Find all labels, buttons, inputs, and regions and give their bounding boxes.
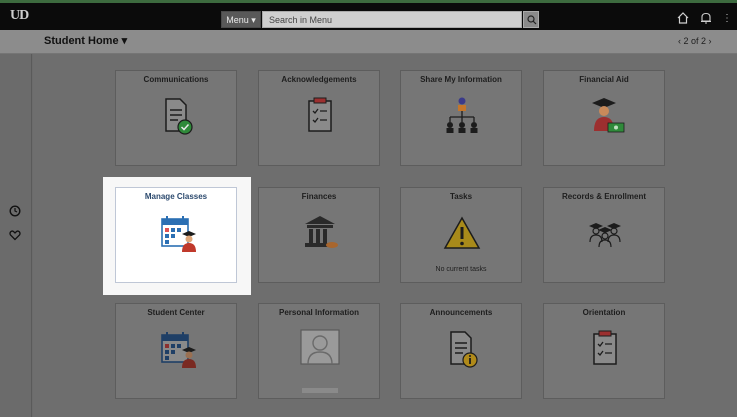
menu-button[interactable]: Menu ▾ [221,11,261,28]
home-icon[interactable] [676,11,690,25]
tile-label: Personal Information [278,308,359,317]
bank-icon [305,216,338,248]
calendar-student-icon [161,332,196,368]
tile-finances[interactable]: Finances [258,187,380,283]
tile-label: Tasks [449,192,473,201]
tile-records-enrollment[interactable]: Records & Enrollment [543,187,665,283]
logo[interactable]: UD [10,8,29,24]
tile-label: Student Center [147,308,205,317]
tile-student-center[interactable]: Student Center [115,303,237,399]
tile-label: Acknowledgements [281,75,357,84]
checklist-clipboard-icon [308,97,332,132]
clock-icon[interactable] [9,205,21,217]
document-info-icon [450,331,478,368]
tile-label: Communications [143,75,209,84]
checklist-clipboard-icon [593,330,617,365]
tile-label: Financial Aid [579,75,629,84]
tile-label: Share My Information [420,75,502,84]
calendar-student-icon [161,216,196,252]
tile-orientation[interactable]: Orientation [543,303,665,399]
more-icon[interactable]: ⋮ [722,13,732,24]
tile-share-my-information[interactable]: Share My Information [400,70,522,166]
search-input[interactable]: Search in Menu [262,11,522,28]
tile-personal-information[interactable]: Personal Information [258,303,380,399]
document-check-icon [165,98,193,135]
tile-communications[interactable]: Communications [115,70,237,166]
page-title[interactable]: Student Home ▾ [44,34,127,47]
person-photo-icon [300,329,340,365]
top-bar: UD Menu ▾ Search in Menu ⋮ [0,0,737,30]
graduate-money-icon [592,98,625,133]
left-rail [0,54,32,417]
search-icon [527,15,537,25]
students-group-icon [589,223,621,248]
tile-tasks[interactable]: Tasks No current tasks [400,187,522,283]
page-pager[interactable]: ‹ 2 of 2 › [678,36,712,46]
tile-financial-aid[interactable]: Financial Aid [543,70,665,166]
org-chart-icon [446,97,478,133]
tile-announcements[interactable]: Announcements [400,303,522,399]
bell-icon[interactable] [699,11,713,25]
tile-acknowledgements[interactable]: Acknowledgements [258,70,380,166]
tile-label: Finances [301,192,337,201]
warning-icon [443,216,481,249]
tile-label: Announcements [429,308,493,317]
tile-note: No current tasks [435,266,487,273]
placeholder-bar [302,388,338,393]
tile-label: Orientation [582,308,626,317]
search-button[interactable] [523,11,539,28]
tile-label: Records & Enrollment [561,192,646,201]
heart-icon[interactable] [9,229,21,241]
tile-manage-classes[interactable]: Manage Classes [115,187,237,283]
tile-label: Manage Classes [144,192,208,201]
